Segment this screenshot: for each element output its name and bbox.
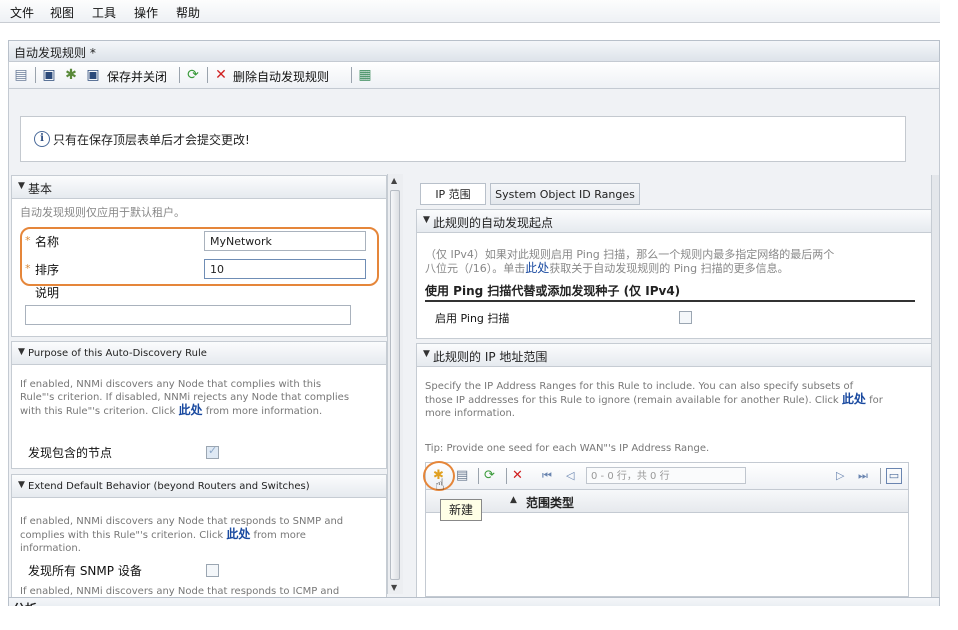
torn-edge-decoration — [0, 606, 958, 630]
previous-page-icon[interactable]: ◁ — [566, 468, 574, 484]
enable-ping-label: 启用 Ping 扫描 — [435, 312, 510, 325]
form-menu-icon[interactable]: ▤ — [13, 67, 29, 83]
last-page-icon[interactable]: ⏭ — [858, 468, 868, 484]
toolbar-separator — [478, 468, 479, 484]
tab-ip-ranges[interactable]: IP 范围 — [420, 183, 486, 205]
ping-note-text-tail: 获取关于自动发现规则的 Ping 扫描的更多信息。 — [549, 262, 789, 275]
collapse-icon: ▼ — [18, 181, 25, 191]
collapse-icon: ▼ — [18, 480, 25, 490]
extend-panel-header[interactable]: ▼ Extend Default Behavior (beyond Router… — [12, 475, 386, 498]
ip-ranges-text2: those IP addresses for this Rule to igno… — [425, 393, 883, 407]
starting-points-label: 此规则的自动发现起点 — [433, 216, 554, 230]
ping-note-line2: 八位元（/16）。单击此处获取关于自动发现规则的 Ping 扫描的更多信息。 — [425, 261, 789, 276]
toolbar-separator — [207, 67, 208, 83]
menu-tools[interactable]: 工具 — [92, 4, 116, 21]
discover-included-checkbox[interactable] — [206, 444, 219, 459]
range-type-column-header[interactable]: 范围类型 — [526, 494, 574, 511]
save-notice: i 只有在保存顶层表单后才会提交更改! — [20, 116, 906, 162]
ip-ranges-text2-body: those IP addresses for this Rule to igno… — [425, 395, 839, 406]
toolbar-separator — [35, 67, 36, 83]
toolbar-separator — [506, 468, 507, 484]
sort-asc-icon[interactable]: ▲ — [510, 495, 517, 505]
ip-ranges-text1: Specify the IP Address Ranges for this R… — [425, 381, 854, 392]
ping-more-link[interactable]: 此处 — [525, 261, 549, 275]
purpose-panel-header[interactable]: ▼ Purpose of this Auto-Discovery Rule — [12, 342, 386, 365]
menu-help[interactable]: 帮助 — [176, 4, 200, 21]
save-close-button[interactable]: 保存并关闭 — [107, 68, 167, 85]
first-page-icon[interactable]: ⏮ — [542, 468, 552, 484]
extend-description: If enabled, NNMi discovers any Node that… — [20, 515, 360, 555]
purpose-header-label: Purpose of this Auto-Discovery Rule — [28, 348, 207, 359]
save-close-icon[interactable]: ▣ — [85, 67, 101, 83]
ip-ranges-text3: more information. — [425, 408, 515, 419]
tenant-note: 自动发现规则仅应用于默认租户。 — [20, 206, 185, 219]
scroll-down-icon[interactable]: ▼ — [391, 583, 397, 592]
enable-ping-checkbox[interactable] — [679, 311, 692, 324]
refresh-icon[interactable]: ⟳ — [484, 468, 495, 484]
menu-bar: 文件 视图 工具 操作 帮助 — [0, 0, 940, 23]
form-tab-title: 自动发现规则 * — [14, 46, 96, 60]
purpose-text-tail: from more information. — [205, 406, 323, 417]
scroll-thumb[interactable] — [390, 190, 400, 580]
ip-ranges-table: ▲ 范围类型 — [425, 489, 909, 597]
pager-status: 0 - 0 行，共 0 行 — [586, 467, 746, 484]
ip-ranges-more-link[interactable]: 此处 — [842, 392, 866, 406]
menu-view[interactable]: 视图 — [50, 4, 74, 21]
discover-snmp-checkbox[interactable] — [206, 564, 219, 577]
toolbar: ▤ ▣ ✱ ▣ 保存并关闭 ⟳ ✕ 删除自动发现规则 ▦ — [8, 61, 940, 89]
ping-subheader: 使用 Ping 扫描代替或添加发现种子 (仅 IPv4) — [425, 282, 915, 302]
ip-ranges-header[interactable]: ▼ 此规则的 IP 地址范围 — [417, 344, 931, 367]
extend-more-link[interactable]: 此处 — [226, 527, 250, 541]
next-page-icon[interactable]: ▷ — [836, 468, 844, 484]
new-tooltip: 新建 — [440, 499, 482, 521]
menu-file[interactable]: 文件 — [10, 4, 34, 21]
ip-ranges-text2-tail: for — [869, 395, 883, 406]
collapse-icon: ▼ — [423, 215, 430, 225]
left-pane-scrollbar[interactable]: ▲ ▼ — [387, 174, 403, 594]
column-chooser-icon[interactable]: ▭ — [886, 468, 902, 484]
description-label: 说明 — [35, 286, 60, 300]
starting-points-panel: ▼ 此规则的自动发现起点 （仅 IPv4）如果对此规则启用 Ping 扫描，那么… — [416, 209, 932, 339]
delete-rule-button[interactable]: 删除自动发现规则 — [233, 68, 329, 85]
open-icon[interactable]: ▤ — [456, 468, 468, 484]
table-header: ▲ 范围类型 — [426, 490, 908, 513]
form-tab[interactable]: 自动发现规则 * — [8, 40, 940, 61]
purpose-panel: ▼ Purpose of this Auto-Discovery Rule If… — [11, 341, 387, 469]
purpose-description: If enabled, NNMi discovers any Node that… — [20, 378, 350, 418]
annotation-highlight — [20, 227, 379, 286]
ip-ranges-tip: Tip: Provide one seed for each WAN"'s IP… — [425, 443, 710, 454]
save-new-icon[interactable]: ✱ — [63, 67, 79, 83]
export-icon[interactable]: ▦ — [357, 67, 373, 83]
collapse-icon: ▼ — [18, 347, 25, 357]
discover-snmp-label: 发现所有 SNMP 设备 — [28, 564, 142, 578]
toolbar-separator — [351, 67, 352, 83]
discover-included-label: 发现包含的节点 — [28, 446, 113, 460]
scroll-up-icon[interactable]: ▲ — [391, 176, 397, 185]
extend-header-label: Extend Default Behavior (beyond Routers … — [28, 481, 310, 492]
toolbar-separator — [179, 67, 180, 83]
menu-actions[interactable]: 操作 — [134, 4, 158, 21]
starting-points-header[interactable]: ▼ 此规则的自动发现起点 — [417, 210, 931, 233]
ping-note-line1: （仅 IPv4）如果对此规则启用 Ping 扫描，那么一个规则内最多指定网络的最… — [425, 248, 835, 261]
ping-note-text: 八位元（/16）。单击 — [425, 262, 526, 275]
ping-subheader-label: 使用 Ping 扫描代替或添加发现种子 (仅 IPv4) — [425, 284, 681, 298]
delete-icon[interactable]: ✕ — [213, 67, 229, 83]
info-icon: i — [34, 131, 50, 147]
right-pane-scrollbar[interactable] — [931, 175, 939, 597]
basic-header-label: 基本 — [28, 182, 53, 196]
extend-panel: ▼ Extend Default Behavior (beyond Router… — [11, 474, 387, 598]
ip-ranges-grid-toolbar: ✱ ▤ ⟳ ✕ ⏮ ◁ 0 - 0 行，共 0 行 ▷ ⏭ ▭ — [425, 462, 909, 490]
collapse-icon: ▼ — [423, 349, 430, 359]
notice-text: 只有在保存顶层表单后才会提交更改! — [53, 133, 250, 147]
refresh-icon[interactable]: ⟳ — [185, 67, 201, 83]
delete-icon[interactable]: ✕ — [512, 468, 523, 484]
toolbar-separator — [880, 468, 881, 484]
description-input[interactable] — [25, 305, 351, 325]
ip-ranges-label: 此规则的 IP 地址范围 — [433, 350, 548, 364]
tab-system-object-id-ranges[interactable]: System Object ID Ranges — [490, 183, 640, 205]
save-icon[interactable]: ▣ — [41, 67, 57, 83]
cursor-hand-icon: ☝ — [435, 475, 445, 494]
basic-panel-header[interactable]: ▼ 基本 — [12, 176, 386, 199]
purpose-more-link[interactable]: 此处 — [179, 403, 203, 417]
